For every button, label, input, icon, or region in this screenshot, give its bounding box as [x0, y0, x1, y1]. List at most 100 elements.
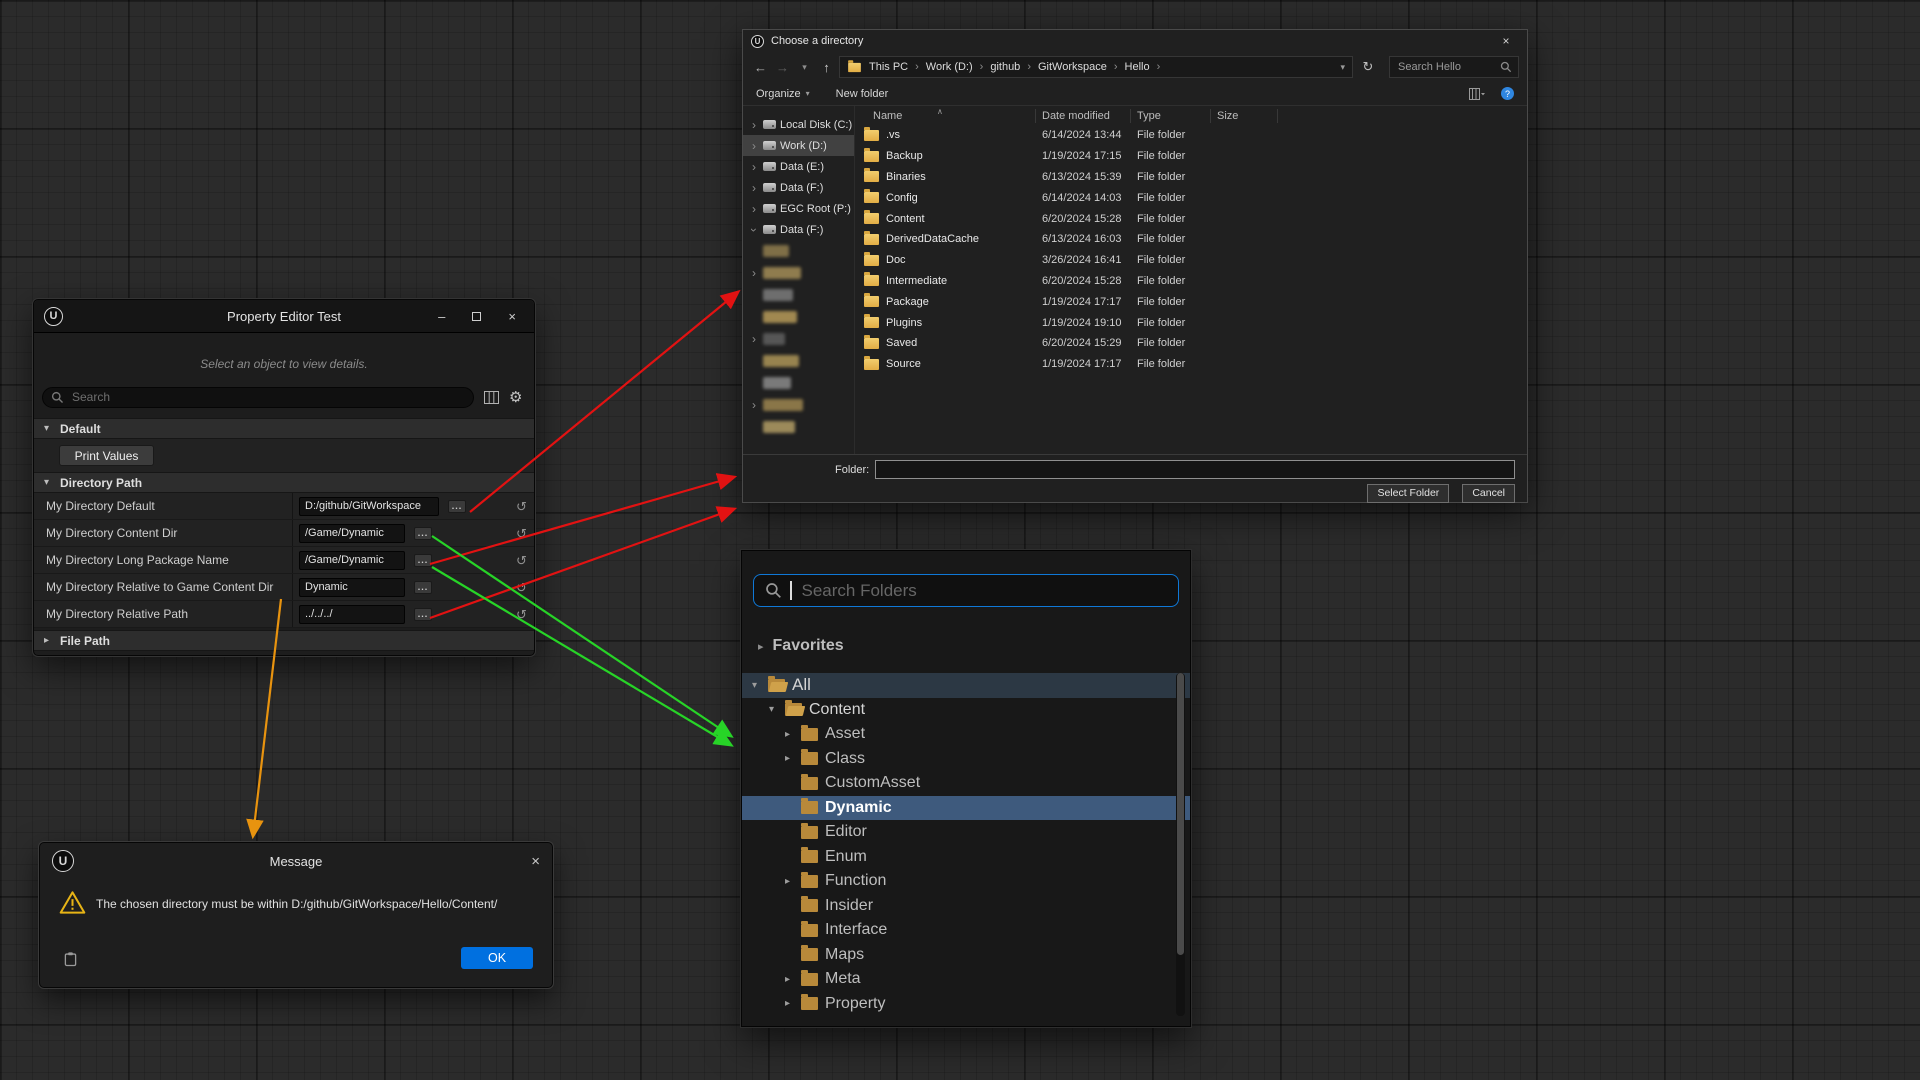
display-options-icon[interactable]	[484, 391, 499, 404]
redacted-tree-item[interactable]: ›	[743, 372, 854, 394]
redacted-tree-item[interactable]: ›	[743, 328, 854, 350]
expand-chevron-icon[interactable]: ›	[749, 202, 759, 216]
file-row[interactable]: Config 6/14/2024 14:03 File folder	[855, 187, 1527, 208]
breadcrumb-segment[interactable]: This PC ›	[869, 61, 919, 73]
expand-chevron-icon[interactable]: ›	[749, 181, 759, 195]
drive-item[interactable]: › Data (F:)	[743, 219, 854, 240]
expand-arrow-icon[interactable]: ▸	[785, 998, 801, 1009]
back-icon[interactable]: ←	[751, 60, 770, 75]
expand-arrow-icon[interactable]: ▸	[785, 753, 801, 764]
ok-button[interactable]: OK	[461, 947, 533, 969]
file-row[interactable]: Plugins 1/19/2024 19:10 File folder	[855, 312, 1527, 333]
maximize-icon[interactable]	[472, 312, 481, 321]
column-size[interactable]: Size	[1211, 109, 1278, 123]
file-row[interactable]: Binaries 6/13/2024 15:39 File folder	[855, 167, 1527, 188]
breadcrumb-segment[interactable]: Work (D:) ›	[926, 61, 984, 73]
folder-tree-item[interactable]: ▸ Meta	[742, 967, 1190, 992]
browse-ellipsis-button[interactable]: ...	[414, 581, 432, 594]
expand-chevron-icon[interactable]: ›	[749, 139, 759, 153]
folder-tree-item[interactable]: CustomAsset	[742, 771, 1190, 796]
drive-item[interactable]: › Data (F:)	[743, 177, 854, 198]
refresh-icon[interactable]: ↻	[1356, 59, 1380, 75]
folder-tree-item[interactable]: ▸ Class	[742, 747, 1190, 772]
close-icon[interactable]: ×	[1493, 34, 1519, 48]
file-row[interactable]: Intermediate 6/20/2024 15:28 File folder	[855, 271, 1527, 292]
file-row[interactable]: Content 6/20/2024 15:28 File folder	[855, 208, 1527, 229]
cancel-button[interactable]: Cancel	[1462, 484, 1515, 503]
folder-tree-item[interactable]: ▸ Property	[742, 992, 1190, 1017]
property-value-field[interactable]: Dynamic	[299, 578, 405, 597]
folder-search-input[interactable]	[800, 580, 1168, 602]
close-icon[interactable]: ×	[508, 309, 516, 324]
new-folder-button[interactable]: New folder	[836, 88, 889, 100]
redacted-tree-item[interactable]: ›	[743, 394, 854, 416]
expand-chevron-icon[interactable]: ›	[747, 225, 761, 235]
details-search-input[interactable]	[70, 389, 465, 405]
file-row[interactable]: Package 1/19/2024 17:17 File folder	[855, 291, 1527, 312]
scrollbar-track[interactable]	[1176, 673, 1185, 1016]
column-type[interactable]: Type	[1131, 109, 1211, 123]
folder-tree-item[interactable]: Maps	[742, 943, 1190, 968]
address-dropdown-icon[interactable]: ▾	[1340, 62, 1345, 73]
views-icon[interactable]	[1469, 88, 1485, 100]
expand-chevron-icon[interactable]: ›	[749, 160, 759, 174]
dialog-titlebar[interactable]: U Message ×	[40, 843, 552, 879]
redacted-tree-item[interactable]: ›	[743, 284, 854, 306]
drive-item[interactable]: › Data (E:)	[743, 156, 854, 177]
minimize-icon[interactable]: –	[438, 309, 445, 324]
file-row[interactable]: Doc 3/26/2024 16:41 File folder	[855, 250, 1527, 271]
reset-to-default-icon[interactable]: ↺	[516, 547, 527, 574]
breadcrumb-segment[interactable]: Hello ›	[1125, 61, 1161, 73]
browse-ellipsis-button[interactable]: ...	[414, 554, 432, 567]
copy-to-clipboard-icon[interactable]	[64, 951, 77, 967]
redacted-tree-item[interactable]: ›	[743, 306, 854, 328]
expand-arrow-icon[interactable]: ▸	[785, 876, 801, 887]
browse-ellipsis-button[interactable]: ...	[414, 608, 432, 621]
explorer-search-box[interactable]	[1389, 56, 1519, 78]
property-value-field[interactable]: /Game/Dynamic	[299, 524, 405, 543]
folder-tree-item[interactable]: Dynamic	[742, 796, 1190, 821]
file-row[interactable]: .vs 6/14/2024 13:44 File folder	[855, 125, 1527, 146]
redacted-tree-item[interactable]: ›	[743, 240, 854, 262]
file-row[interactable]: Backup 1/19/2024 17:15 File folder	[855, 146, 1527, 167]
details-search-box[interactable]	[42, 387, 474, 408]
reset-to-default-icon[interactable]: ↺	[516, 601, 527, 628]
property-value-field[interactable]: /Game/Dynamic	[299, 551, 405, 570]
folder-tree-item[interactable]: ▸ Asset	[742, 722, 1190, 747]
drive-item[interactable]: › Local Disk (C:)	[743, 114, 854, 135]
expand-arrow-icon[interactable]: ▾	[769, 704, 785, 715]
select-folder-button[interactable]: Select Folder	[1367, 484, 1449, 503]
browse-ellipsis-button[interactable]: ...	[414, 527, 432, 540]
column-name[interactable]: ∧ Name	[855, 109, 1036, 123]
folder-tree-item[interactable]: Interface	[742, 918, 1190, 943]
window-titlebar[interactable]: U Property Editor Test – ×	[34, 300, 534, 333]
dialog-titlebar[interactable]: U Choose a directory ×	[743, 30, 1527, 52]
section-directory-path[interactable]: ▾ Directory Path	[34, 472, 534, 493]
explorer-search-input[interactable]	[1396, 60, 1496, 74]
address-bar[interactable]: This PC › Work (D:) › github ›	[839, 56, 1353, 78]
folder-name-input[interactable]	[875, 460, 1515, 479]
expand-arrow-icon[interactable]: ▾	[752, 680, 768, 691]
close-icon[interactable]: ×	[531, 853, 540, 870]
expand-arrow-icon[interactable]: ▸	[785, 729, 801, 740]
expand-chevron-icon[interactable]: ›	[749, 118, 759, 132]
drive-item[interactable]: › EGC Root (P:)	[743, 198, 854, 219]
folder-tree-item[interactable]: ▸ Function	[742, 869, 1190, 894]
folder-search-box[interactable]	[753, 574, 1179, 607]
file-row[interactable]: Source 1/19/2024 17:17 File folder	[855, 354, 1527, 375]
file-row[interactable]: Saved 6/20/2024 15:29 File folder	[855, 333, 1527, 354]
section-default[interactable]: ▾ Default	[34, 418, 534, 439]
help-icon[interactable]: ?	[1501, 87, 1514, 100]
breadcrumb-segment[interactable]: GitWorkspace ›	[1038, 61, 1118, 73]
redacted-tree-item[interactable]: ›	[743, 262, 854, 284]
reset-to-default-icon[interactable]: ↺	[516, 574, 527, 601]
scrollbar-thumb[interactable]	[1177, 673, 1184, 955]
favorites-section[interactable]: ▸ Favorites	[742, 635, 1190, 657]
property-value-field[interactable]: ../../../	[299, 605, 405, 624]
settings-gear-icon[interactable]: ⚙	[509, 390, 522, 405]
folder-tree-item[interactable]: Insider	[742, 894, 1190, 919]
expand-arrow-icon[interactable]: ▸	[785, 974, 801, 985]
reset-to-default-icon[interactable]: ↺	[516, 520, 527, 547]
drive-item[interactable]: › Work (D:)	[743, 135, 854, 156]
folder-tree-item[interactable]: ▾ Content	[742, 698, 1190, 723]
